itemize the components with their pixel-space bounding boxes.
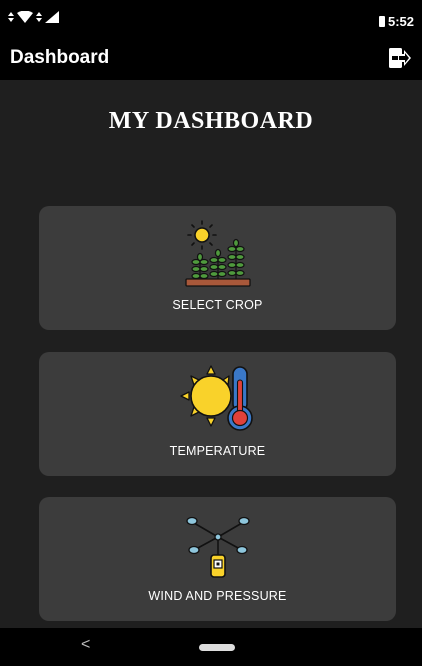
select-crop-card[interactable]: SELECT CROP xyxy=(39,206,396,330)
signal-icon xyxy=(45,11,59,23)
status-icons-left xyxy=(8,11,59,23)
temperature-label: TEMPERATURE xyxy=(169,444,266,458)
plant-middle xyxy=(208,248,227,280)
back-button[interactable]: < xyxy=(81,636,90,654)
temperature-card[interactable]: TEMPERATURE xyxy=(39,352,396,476)
system-nav-bar: < xyxy=(0,628,422,666)
select-crop-label: SELECT CROP xyxy=(172,298,263,312)
soil-bed xyxy=(184,278,251,287)
crop-field-icon xyxy=(184,220,251,287)
wifi-icon xyxy=(17,11,33,23)
sun-icon xyxy=(189,375,232,417)
logout-button[interactable] xyxy=(386,44,414,72)
status-time: 5:52 xyxy=(387,14,414,29)
wind-and-pressure-label: WIND AND PRESSURE xyxy=(148,589,287,603)
logout-icon xyxy=(389,48,411,68)
status-icons-right: 5:52 xyxy=(378,14,414,29)
page-title: MY DASHBOARD xyxy=(108,108,314,134)
plant-right xyxy=(226,238,245,280)
home-button[interactable] xyxy=(199,644,235,651)
sun-thermometer-icon xyxy=(179,365,253,431)
sun-icon xyxy=(186,220,217,250)
wind-and-pressure-card[interactable]: WIND AND PRESSURE xyxy=(39,497,396,621)
sync-icon xyxy=(36,12,42,22)
status-bar: 5:52 xyxy=(0,0,422,40)
battery-icon xyxy=(378,16,385,27)
app-title: Dashboard xyxy=(10,47,110,68)
wind-sensor-icon xyxy=(185,516,250,578)
plant-left xyxy=(190,252,209,280)
data-arrows-icon xyxy=(8,12,14,22)
sensor-body xyxy=(209,554,226,578)
dashboard-screen: 5:52 Dashboard MY DASHBOARD SELECT CROP … xyxy=(0,0,422,666)
app-bar: Dashboard xyxy=(0,40,422,80)
